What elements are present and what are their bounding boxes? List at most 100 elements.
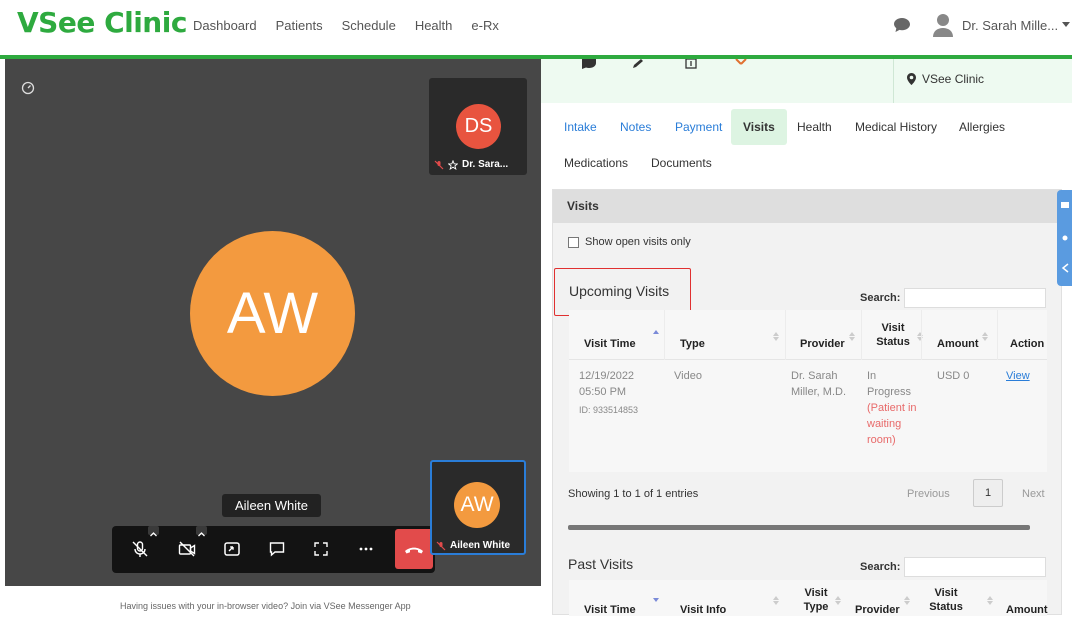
top-navbar: VSee Clinic Dashboard Patients Schedule … xyxy=(0,0,1072,59)
sort-icon[interactable] xyxy=(982,332,988,336)
map-pin-icon xyxy=(907,73,916,85)
upcoming-search-input[interactable] xyxy=(904,288,1046,308)
nav-erx[interactable]: e-Rx xyxy=(471,18,498,33)
chat-action-icon[interactable] xyxy=(581,59,597,69)
self-view-tile[interactable]: AW Aileen White xyxy=(430,460,526,555)
call-controls-bar xyxy=(112,526,435,573)
past-col-visit-type[interactable]: Visit Type xyxy=(796,586,836,614)
sort-icon[interactable] xyxy=(835,596,841,600)
video-issue-help-text: Having issues with your in-browser video… xyxy=(120,601,411,611)
col-amount[interactable]: Amount xyxy=(937,337,979,351)
hang-up-button[interactable] xyxy=(395,529,433,569)
sort-icon[interactable] xyxy=(917,332,923,336)
sort-icon[interactable] xyxy=(773,596,779,600)
self-view-label: Aileen White xyxy=(436,540,510,551)
page-1-button[interactable]: 1 xyxy=(973,479,1003,507)
star-icon[interactable] xyxy=(448,159,458,170)
tab-allergies[interactable]: Allergies xyxy=(959,109,1005,145)
sort-icon[interactable] xyxy=(987,596,993,600)
main-participant-avatar: AW xyxy=(190,231,355,396)
chat-icon[interactable] xyxy=(893,17,911,33)
col-provider[interactable]: Provider xyxy=(800,337,845,351)
view-visit-link[interactable]: View xyxy=(1006,368,1030,384)
mic-options-caret[interactable] xyxy=(148,526,159,537)
tab-visits[interactable]: Visits xyxy=(731,109,787,145)
upload-icon[interactable] xyxy=(683,59,699,69)
clinic-location: VSee Clinic xyxy=(907,72,984,86)
patient-action-bar: VSee Clinic xyxy=(541,59,1072,103)
horizontal-scrollbar[interactable] xyxy=(568,525,1030,530)
nav-patients[interactable]: Patients xyxy=(276,18,323,33)
sort-icon[interactable] xyxy=(773,601,779,605)
previous-page-button[interactable]: Previous xyxy=(907,488,950,500)
main-nav: Dashboard Patients Schedule Health e-Rx xyxy=(193,18,499,33)
nav-dashboard[interactable]: Dashboard xyxy=(193,18,257,33)
side-panel-toggle[interactable] xyxy=(1057,190,1072,286)
past-search-label: Search: xyxy=(860,561,901,573)
visit-time-cell: 12/19/2022 05:50 PM xyxy=(579,370,635,398)
side-tools-icons xyxy=(1061,202,1069,273)
col-visit-status[interactable]: Visit Status xyxy=(869,321,917,349)
user-avatar-icon[interactable] xyxy=(932,13,954,37)
phone-hangup-icon xyxy=(405,547,423,554)
sort-asc-icon[interactable] xyxy=(653,330,659,334)
edit-icon[interactable] xyxy=(631,59,647,69)
col-visit-time[interactable]: Visit Time xyxy=(584,337,636,351)
screen-share-button[interactable] xyxy=(223,540,241,558)
sort-desc-icon[interactable] xyxy=(653,598,659,602)
chevron-up-icon xyxy=(150,532,157,537)
fullscreen-button[interactable] xyxy=(312,540,330,558)
tab-intake[interactable]: Intake xyxy=(564,109,597,145)
speedometer-icon[interactable] xyxy=(21,81,35,95)
tab-notes[interactable]: Notes xyxy=(620,109,651,145)
tab-health[interactable]: Health xyxy=(797,109,832,145)
app-logo[interactable]: VSee Clinic xyxy=(17,6,187,39)
sort-icon[interactable] xyxy=(904,596,910,600)
visits-header: Visits xyxy=(553,190,1063,223)
close-action-icon[interactable] xyxy=(733,59,749,69)
visits-section: Visits Show open visits only Upcoming Vi… xyxy=(552,189,1063,616)
sort-icon[interactable] xyxy=(982,337,988,341)
open-visits-checkbox[interactable] xyxy=(568,236,579,248)
nav-schedule[interactable]: Schedule xyxy=(342,18,396,33)
sort-icon[interactable] xyxy=(904,601,910,605)
chevron-up-icon xyxy=(198,532,205,537)
show-open-visits-toggle[interactable]: Show open visits only xyxy=(568,236,691,248)
upcoming-search-label: Search: xyxy=(860,292,901,304)
visit-status-note: (Patient in waiting room) xyxy=(867,402,917,446)
chat-button[interactable] xyxy=(268,540,286,558)
tab-documents[interactable]: Documents xyxy=(651,145,712,181)
past-search-input[interactable] xyxy=(904,557,1046,577)
camera-options-caret[interactable] xyxy=(196,526,207,537)
past-visits-title: Past Visits xyxy=(568,556,634,572)
sort-icon[interactable] xyxy=(987,601,993,605)
past-col-visit-status[interactable]: Visit Status xyxy=(924,586,968,614)
sort-icon[interactable] xyxy=(773,332,779,336)
more-options-button[interactable] xyxy=(357,540,375,558)
tab-medications[interactable]: Medications xyxy=(564,145,628,181)
camera-off-button[interactable] xyxy=(178,540,196,558)
upcoming-table-header: Visit Time Type Provider Visit Status Am… xyxy=(569,310,1047,360)
mic-muted-icon xyxy=(434,160,444,169)
next-page-button[interactable]: Next xyxy=(1022,488,1045,500)
chevron-down-icon[interactable] xyxy=(1062,22,1070,27)
upcoming-visits-title: Upcoming Visits xyxy=(569,283,670,299)
tab-medical-history[interactable]: Medical History xyxy=(855,109,937,145)
upcoming-visits-highlight: Upcoming Visits xyxy=(554,268,691,316)
sort-icon[interactable] xyxy=(849,337,855,341)
user-name[interactable]: Dr. Sarah Mille... xyxy=(962,18,1058,33)
sort-icon[interactable] xyxy=(849,332,855,336)
remote-participant-tile[interactable]: DS Dr. Sara... xyxy=(429,78,527,175)
nav-health[interactable]: Health xyxy=(415,18,453,33)
tab-payment[interactable]: Payment xyxy=(675,109,722,145)
mic-muted-button[interactable] xyxy=(131,540,149,558)
sort-icon[interactable] xyxy=(917,337,923,341)
sort-icon[interactable] xyxy=(835,601,841,605)
amount-cell: USD 0 xyxy=(937,370,970,382)
col-type[interactable]: Type xyxy=(680,337,705,351)
remote-participant-name: Dr. Sara... xyxy=(462,159,509,170)
action-bar-separator xyxy=(893,59,894,103)
video-call-area: DS Dr. Sara... AW Aileen White AW Aileen… xyxy=(5,59,541,586)
past-visits-table-header: Visit Time Visit Info Visit Type Provide… xyxy=(569,580,1048,616)
sort-icon[interactable] xyxy=(773,337,779,341)
